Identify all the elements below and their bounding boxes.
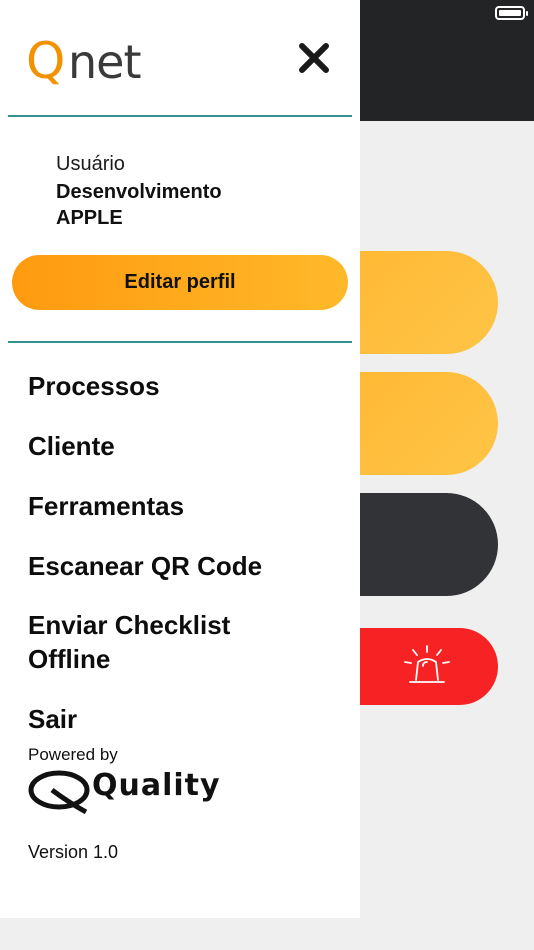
menu-item-offline[interactable]: Offline xyxy=(28,642,328,676)
menu-item-escanear-qr-code[interactable]: Escanear QR Code xyxy=(28,549,328,583)
menu-item-cliente[interactable]: Cliente xyxy=(28,429,328,463)
version-label: Version 1.0 xyxy=(28,842,119,862)
quality-brand-text: Quality xyxy=(92,768,221,803)
menu-item-ferramentas[interactable]: Ferramentas xyxy=(28,489,328,523)
divider xyxy=(8,341,352,343)
user-name: Desenvolvimento APPLE xyxy=(56,179,316,231)
divider xyxy=(8,115,352,117)
menu-item-enviar-checklist[interactable]: Enviar Checklist xyxy=(28,608,328,642)
battery-icon xyxy=(495,6,528,20)
close-icon[interactable] xyxy=(294,38,334,78)
menu-item-processos[interactable]: Processos xyxy=(28,369,328,403)
user-label: Usuário xyxy=(56,153,125,175)
qnet-logo: Q net xyxy=(26,32,142,86)
svg-text:Q: Q xyxy=(26,32,63,86)
user-name-line1: Desenvolvimento xyxy=(56,181,222,203)
user-name-line2: APPLE xyxy=(56,207,123,229)
svg-text:net: net xyxy=(68,35,141,86)
edit-profile-button[interactable]: Editar perfil xyxy=(12,255,348,310)
powered-by-label: Powered by xyxy=(28,745,118,764)
siren-icon xyxy=(404,645,450,683)
navigation-drawer: Q net Usuário Desenvolvimento APPLE Edit… xyxy=(0,0,360,918)
menu-item-sair[interactable]: Sair xyxy=(28,702,328,736)
